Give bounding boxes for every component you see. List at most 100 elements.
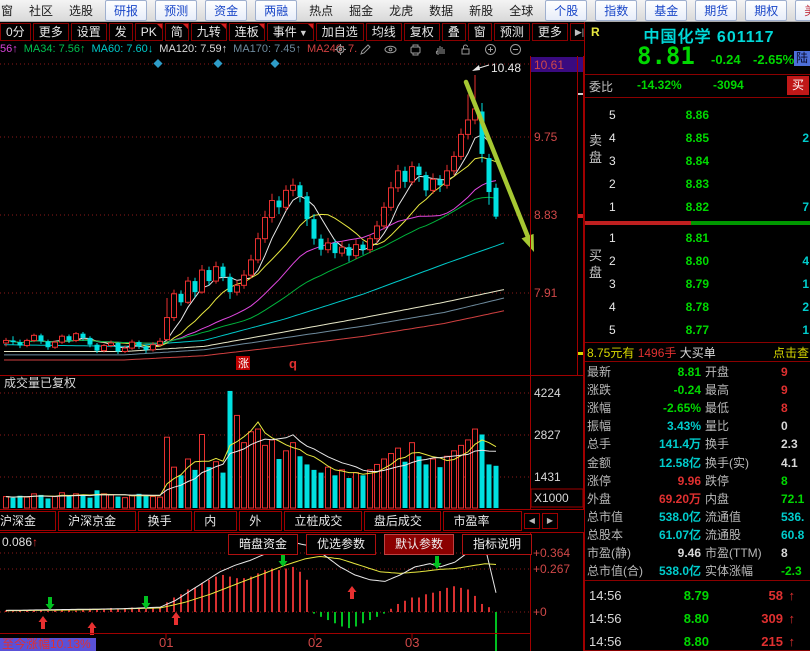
toolbar-button-PK[interactable]: PK [134,23,163,41]
menu-item-新股[interactable]: 新股 [461,0,501,21]
scroll-left-icon[interactable]: ◀ [523,513,540,529]
menu-item-基金[interactable]: 基金 [645,0,688,21]
menu-item-掘金[interactable]: 掘金 [341,0,381,21]
toolbar-button-设置[interactable]: 设置 [70,23,107,41]
menu-item-社区[interactable]: 社区 [21,0,61,21]
info-value: 60.8 [781,527,805,542]
menu-item-窗[interactable]: 窗 [0,0,21,21]
pencil-icon[interactable] [359,43,372,56]
menu-item-期货[interactable]: 期货 [695,0,738,21]
menu-item-资金[interactable]: 资金 [205,0,248,21]
order-book-row[interactable]: 2 8.80 4 [585,250,810,273]
tick-price: 8.79 [683,588,709,603]
next-page-icon[interactable]: ▶| [569,23,584,41]
tab-市盈率(ttm)[interactable]: 市盈率(ttm) [443,511,522,531]
toolbar-button-连板[interactable]: 连板 [228,23,265,41]
menu-item-预测[interactable]: 预测 [155,0,198,21]
order-book-row[interactable]: 3 8.79 1 [585,273,810,296]
corner-flag [220,24,226,29]
tab-沪深京金额[interactable]: 沪深京金额 [58,511,136,531]
top-menu-bar: 窗社区选股研报预测资金两融热点掘金龙虎数据新股全球个股指数基金期货期权美股 [0,0,810,22]
menu-item-期权[interactable]: 期权 [745,0,788,21]
book-price: 8.80 [685,254,709,268]
divider [585,580,810,581]
toolbar-button-简[interactable]: 简 [164,23,189,41]
toolbar-button-均线[interactable]: 均线 [365,23,402,41]
order-book-row[interactable]: 5 8.77 1 [585,319,810,342]
menu-item-研报[interactable]: 研报 [105,0,148,21]
book-price: 8.84 [685,154,709,168]
printer-icon[interactable] [409,43,422,56]
info-value: 72.1 [781,491,805,506]
buy-button[interactable]: 买 [787,76,809,95]
toolbar-button-事件[interactable]: 事件 ▼ [266,23,314,41]
zoom-out-icon[interactable] [509,43,522,56]
menu-item-指数[interactable]: 指数 [595,0,638,21]
scroll-right-icon[interactable]: ▶ [541,513,558,529]
toolbar-button-叠[interactable]: 叠 [441,23,466,41]
tab-沪深金额[interactable]: 沪深金额 [0,511,57,531]
info-label: 最低 [705,401,730,416]
toolbar-button-更多[interactable]: 更多 [531,23,568,41]
menu-item-全球[interactable]: 全球 [501,0,541,21]
toolbar-button-更多[interactable]: 更多 [32,23,69,41]
svg-text:7.91: 7.91 [534,286,558,300]
info-label: 换手 [705,437,730,452]
indicator-button-优选参数[interactable]: 优选参数 [306,534,377,555]
svg-text:+0.364: +0.364 [533,546,570,560]
tick-volume: 215 [761,634,783,649]
indicator-button-指标说明[interactable]: 指标说明 [462,534,533,555]
tab-内盘[interactable]: 内盘 [194,511,238,531]
indicator-button-暗盘资金[interactable]: 暗盘资金 [228,534,299,555]
big-order-price: 8.75元有 [587,346,635,360]
main-candlestick-chart[interactable]: 10.48 涨 q 10.61 9.75 8.83 7.91 [0,56,584,375]
tab-立桩成交量[interactable]: 立桩成交量 [284,511,362,531]
tab-外盘[interactable]: 外盘 [239,511,283,531]
order-book-row[interactable]: 4 8.78 2 [585,296,810,319]
toolbar-button-发[interactable]: 发 [108,23,133,41]
order-book-row[interactable]: 5 8.86 [585,104,810,127]
toolbar-button-0分[interactable]: 0分 [0,23,31,41]
order-book-row[interactable]: 3 8.84 [585,150,810,173]
menu-item-个股[interactable]: 个股 [545,0,588,21]
menu-item-热点[interactable]: 热点 [301,0,341,21]
info-row: 最新 8.81 开盘 9 [585,363,810,381]
menu-item-数据[interactable]: 数据 [421,0,461,21]
book-volume: 2 [802,131,809,145]
eye-icon[interactable] [384,43,397,56]
toolbar-button-加自选[interactable]: 加自选 [315,23,364,41]
big-order-row: 8.75元有 1496手 大买单 点击查 [585,342,810,362]
ma-legend-item: 56↑ [0,43,18,55]
book-level: 2 [609,177,616,191]
tab-换手率[interactable]: 换手率 [137,511,193,531]
order-book-row[interactable]: 4 8.85 2 [585,127,810,150]
toolbar-button-九转[interactable]: 九转 [190,23,227,41]
order-book-row[interactable]: 1 8.82 7 [585,196,810,219]
tab-盘后成交量[interactable]: 盘后成交量 [363,511,442,531]
toolbar-button-窗[interactable]: 窗 [467,23,492,41]
big-order-link[interactable]: 点击查 [773,343,809,361]
info-row: 市盈(静) 9.46 市盈(TTM) 8 [585,544,810,562]
info-value: -0.24 [673,383,701,398]
indicator-button-默认参数[interactable]: 默认参数 [384,534,455,555]
menu-item-两融[interactable]: 两融 [255,0,298,21]
menu-item-选股[interactable]: 选股 [61,0,101,21]
zoom-in-icon[interactable] [484,43,497,56]
volume-chart[interactable]: 成交量已复权 4224 2827 1431 X1000 [0,375,584,510]
gear-icon[interactable] [334,43,347,56]
gain-label: 至今涨幅10.13% [0,638,96,651]
lock-icon[interactable] [459,43,472,56]
info-row: 总股本 61.07亿 流通股 60.8 [585,526,810,544]
menu-item-美股[interactable]: 美股 [795,0,810,21]
toolbar-button-复权[interactable]: 复权 [403,23,440,41]
hand-icon[interactable] [434,43,447,56]
info-value: -2.65% [662,401,701,416]
menu-item-龙虎[interactable]: 龙虎 [381,0,421,21]
order-book-row[interactable]: 1 8.81 [585,227,810,250]
info-label: 总手 [587,437,612,452]
order-book-row[interactable]: 2 8.83 [585,173,810,196]
toolbar-button-预测[interactable]: 预测 [493,23,530,41]
price-change: -0.24 [711,52,741,67]
tick-price: 8.80 [683,611,709,626]
svg-text:q: q [289,356,297,371]
